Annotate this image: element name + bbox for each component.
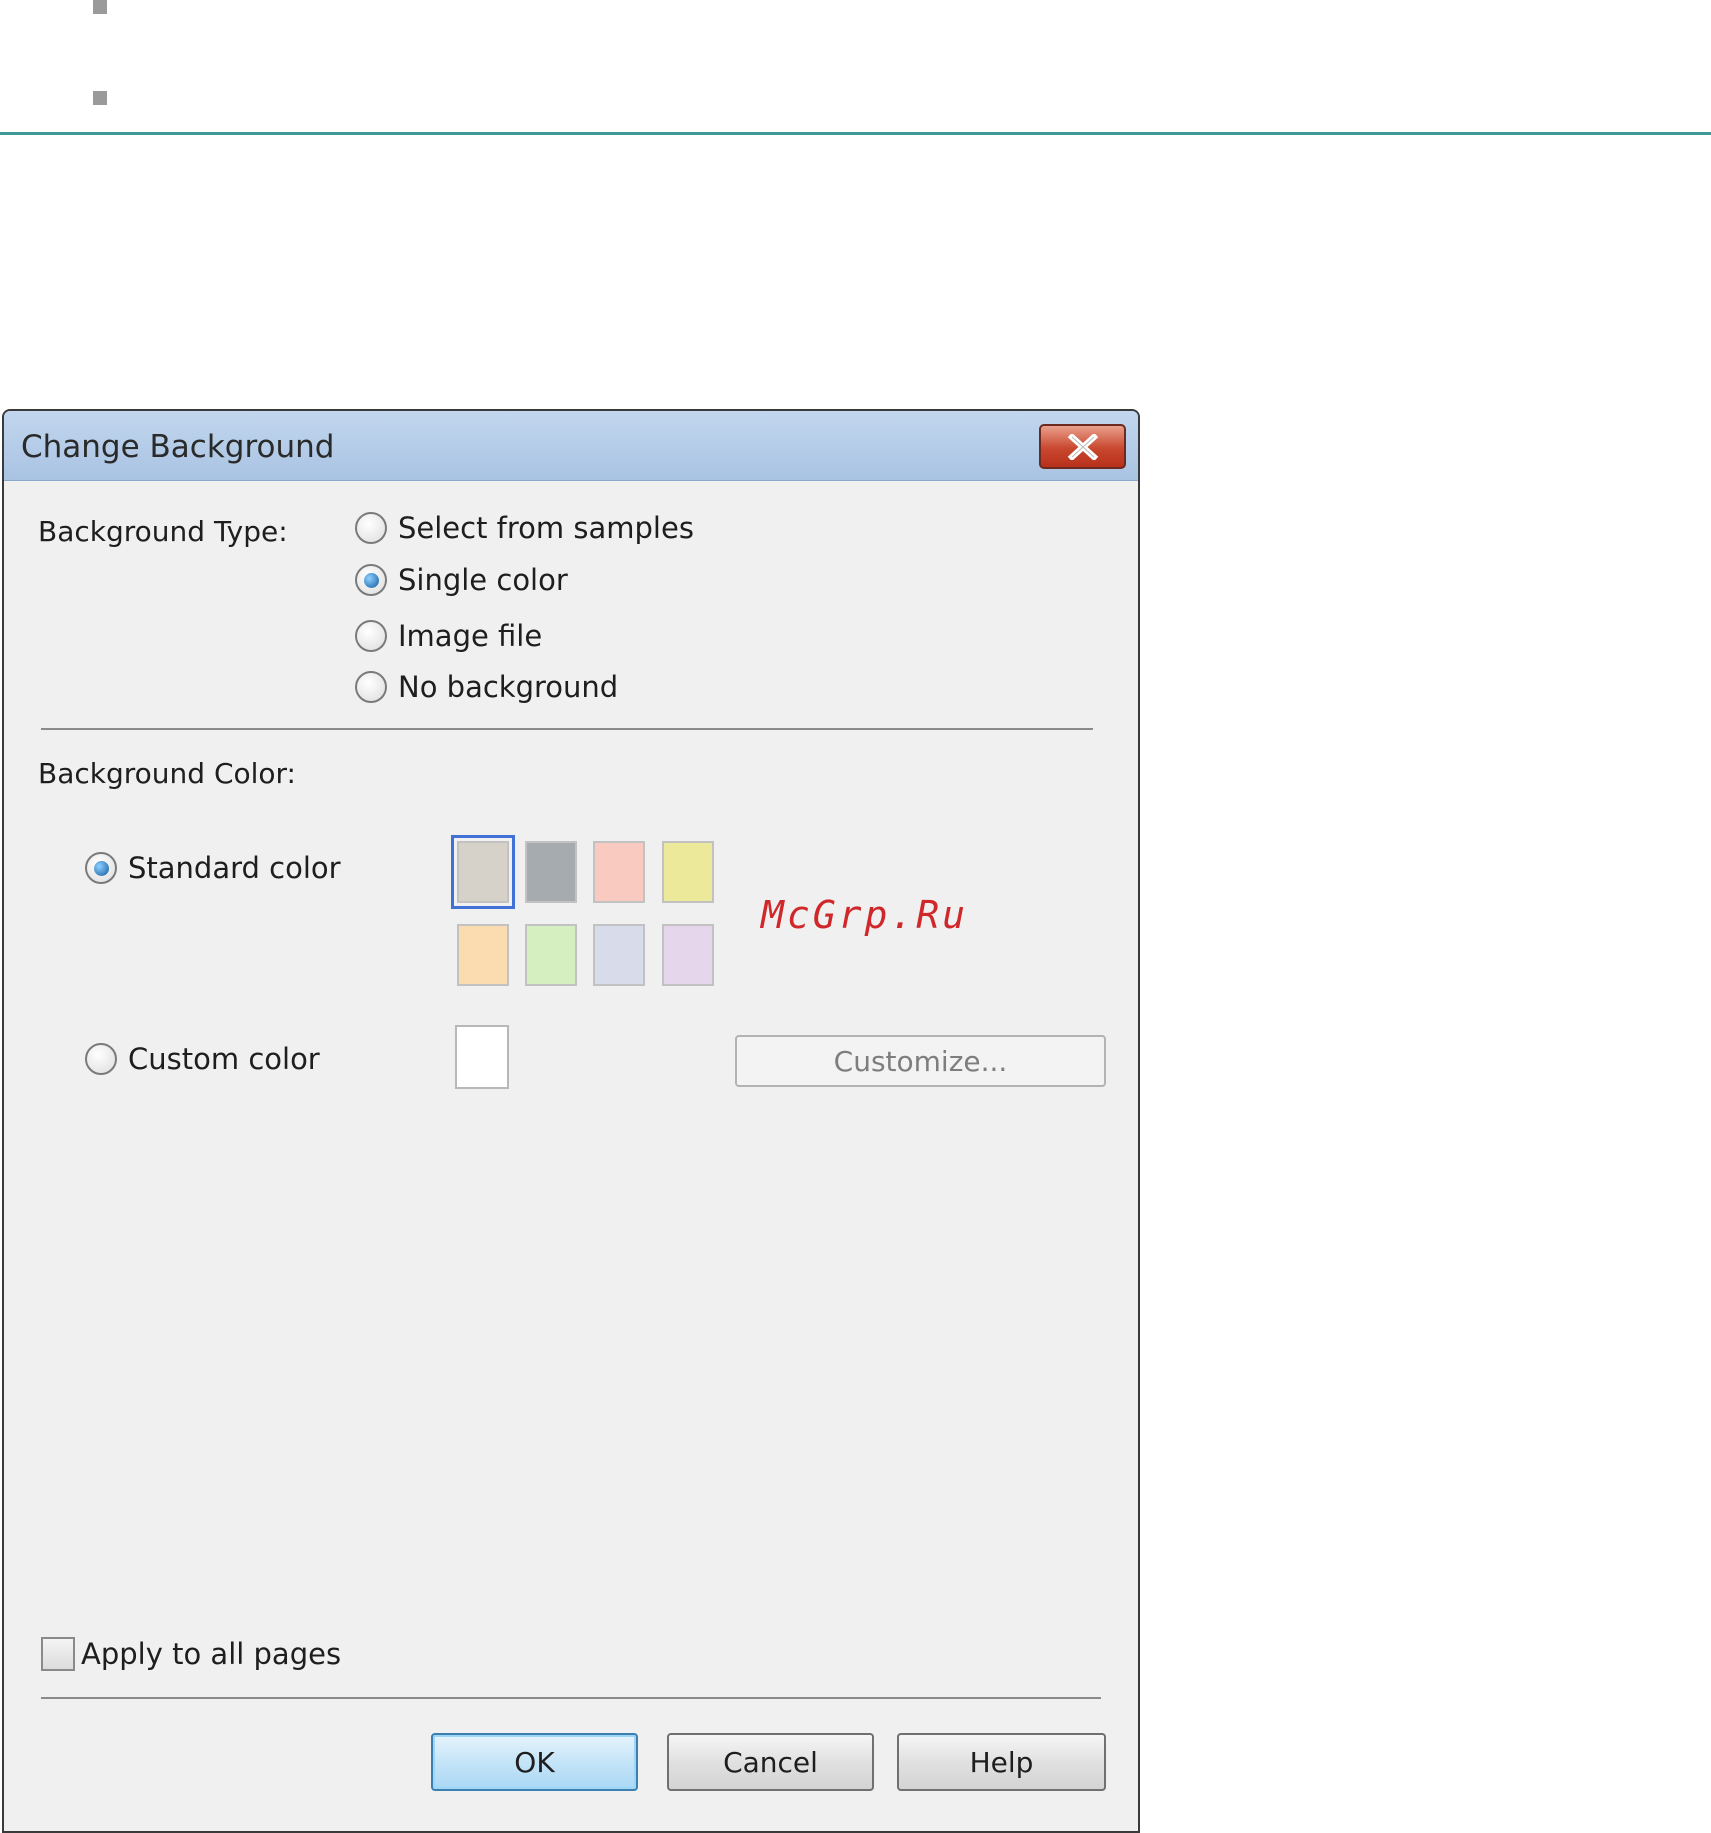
- radio-button[interactable]: [85, 1043, 117, 1075]
- color-swatch[interactable]: [662, 924, 714, 986]
- color-swatch[interactable]: [451, 835, 515, 909]
- radio-image-file[interactable]: Image file: [355, 619, 542, 653]
- footer-separator: [41, 1697, 1101, 1699]
- customize-button[interactable]: Customize...: [735, 1035, 1106, 1087]
- color-swatch[interactable]: [593, 841, 645, 903]
- color-swatch[interactable]: [662, 841, 714, 903]
- checkbox[interactable]: [41, 1637, 75, 1671]
- watermark: McGrp.Ru: [761, 893, 969, 937]
- radio-button[interactable]: [355, 671, 387, 703]
- radio-button[interactable]: [355, 620, 387, 652]
- radio-label: Custom color: [128, 1042, 320, 1076]
- radio-single-color[interactable]: Single color: [355, 563, 568, 597]
- radio-label: Select from samples: [398, 511, 694, 545]
- color-swatch[interactable]: [525, 924, 577, 986]
- radio-button[interactable]: [355, 564, 387, 596]
- group-separator: [41, 728, 1093, 730]
- close-button[interactable]: [1039, 424, 1126, 469]
- radio-label: Standard color: [128, 851, 341, 885]
- radio-button[interactable]: [85, 852, 117, 884]
- title-bar: Change Background: [4, 411, 1138, 481]
- help-button[interactable]: Help: [897, 1733, 1106, 1791]
- apply-all-pages-checkbox[interactable]: Apply to all pages: [41, 1637, 341, 1671]
- close-icon: [1067, 433, 1098, 460]
- ok-button[interactable]: OK: [431, 1733, 638, 1791]
- radio-label: Image file: [398, 619, 543, 653]
- color-swatch[interactable]: [593, 924, 645, 986]
- radio-label: Single color: [398, 563, 568, 597]
- radio-no-background[interactable]: No background: [355, 670, 618, 704]
- custom-color-preview: [455, 1025, 509, 1089]
- radio-label: No background: [398, 670, 619, 704]
- radio-select-from-samples[interactable]: Select from samples: [355, 511, 694, 545]
- bullet-marker: [93, 91, 107, 105]
- cancel-button[interactable]: Cancel: [667, 1733, 874, 1791]
- change-background-dialog: Change Background Background Type: Selec…: [2, 409, 1140, 1833]
- radio-standard-color[interactable]: Standard color: [85, 851, 341, 885]
- bullet-marker: [93, 0, 107, 14]
- radio-button[interactable]: [355, 512, 387, 544]
- background-type-label: Background Type:: [38, 515, 288, 548]
- color-swatch[interactable]: [525, 841, 577, 903]
- dialog-title: Change Background: [21, 429, 335, 465]
- section-divider: [0, 132, 1711, 135]
- color-swatch[interactable]: [457, 924, 509, 986]
- checkbox-label: Apply to all pages: [81, 1637, 342, 1671]
- radio-custom-color[interactable]: Custom color: [85, 1042, 320, 1076]
- background-color-label: Background Color:: [38, 757, 296, 790]
